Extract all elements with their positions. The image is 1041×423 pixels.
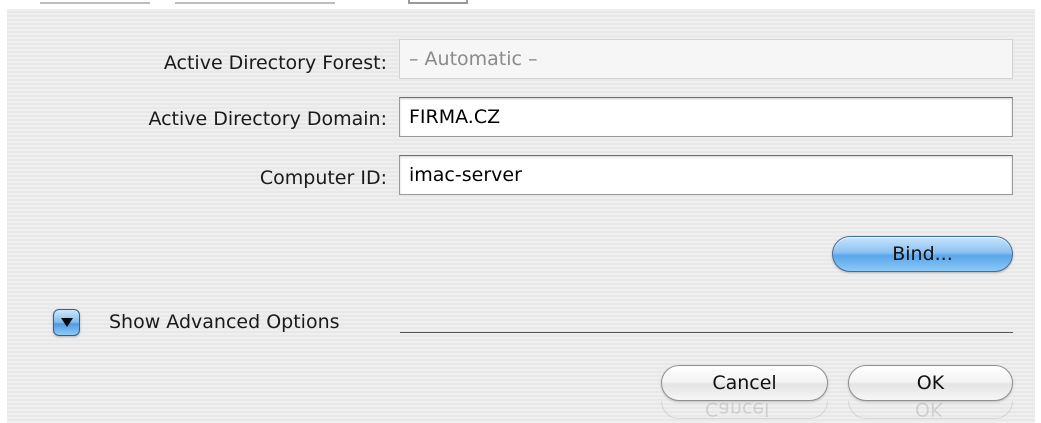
title-fragment <box>40 0 150 4</box>
bind-button[interactable]: Bind... <box>832 236 1013 272</box>
cancel-reflection-text: Cancel <box>705 398 770 420</box>
computer-id-label: Computer ID: <box>259 167 387 189</box>
advanced-separator-line <box>400 332 1013 333</box>
forest-field: – Automatic – <box>399 39 1013 79</box>
domain-label: Active Directory Domain: <box>148 108 387 130</box>
cancel-button[interactable]: Cancel <box>661 365 828 401</box>
title-fragment <box>408 0 468 4</box>
domain-field[interactable]: FIRMA.CZ <box>399 97 1013 137</box>
forest-label: Active Directory Forest: <box>163 52 387 74</box>
computer-id-field[interactable]: imac-server <box>399 155 1013 195</box>
title-fragment <box>175 0 335 4</box>
ok-button[interactable]: OK <box>848 365 1013 401</box>
disclosure-triangle-icon[interactable] <box>53 309 80 336</box>
window-top-edge <box>0 0 1041 9</box>
show-advanced-options-label[interactable]: Show Advanced Options <box>109 310 340 334</box>
triangle-down-icon <box>61 318 73 327</box>
ok-reflection-text: OK <box>915 398 943 420</box>
